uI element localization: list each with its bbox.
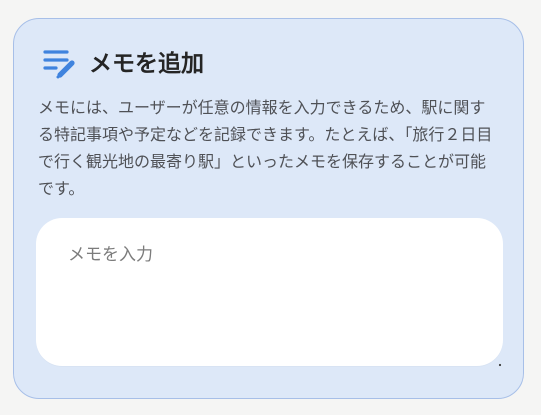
- memo-pencil-icon: [43, 50, 75, 79]
- memo-card-description: メモには、ユーザーが任意の情報を入力できるため、駅に関する特記事項や予定などを記…: [38, 98, 493, 198]
- resize-handle-icon[interactable]: [498, 363, 502, 367]
- memo-card-title: メモを追加: [89, 51, 204, 77]
- memo-card-header: メモを追加: [42, 47, 204, 81]
- memo-input[interactable]: [36, 218, 503, 366]
- memo-card: メモを追加 メモには、ユーザーが任意の情報を入力できるため、駅に関する特記事項や…: [13, 18, 524, 399]
